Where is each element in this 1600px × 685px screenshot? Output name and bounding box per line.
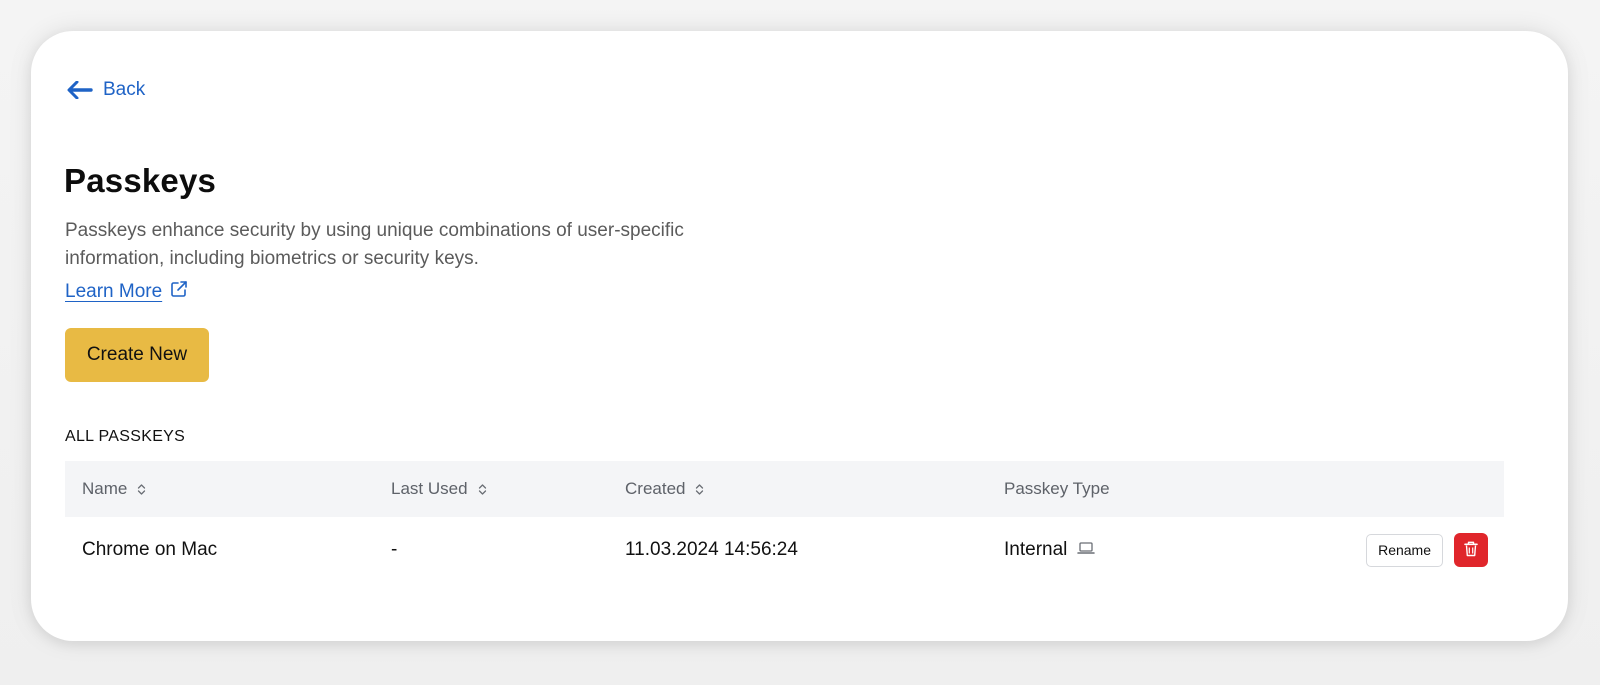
passkeys-card: Back Passkeys Passkeys enhance security … (31, 31, 1568, 641)
column-header-name[interactable]: Name (82, 461, 146, 517)
laptop-icon (1077, 539, 1096, 561)
passkeys-table: Name Last Used Created Passkey Type Chro… (65, 461, 1504, 583)
rename-button[interactable]: Rename (1366, 533, 1443, 567)
trash-icon (1464, 541, 1478, 560)
sort-icon (695, 483, 704, 496)
column-header-passkey-type: Passkey Type (1004, 461, 1110, 517)
back-label: Back (103, 79, 146, 100)
passkey-type: Internal (1004, 517, 1096, 583)
back-link[interactable]: Back (67, 79, 145, 101)
page-description: Passkeys enhance security by using uniqu… (65, 220, 684, 269)
table-header: Name Last Used Created Passkey Type (65, 461, 1504, 517)
passkey-last-used: - (391, 539, 398, 560)
delete-button[interactable] (1454, 533, 1488, 567)
column-label: Last Used (391, 479, 468, 498)
row-actions: Rename (1366, 517, 1488, 583)
column-header-created[interactable]: Created (625, 461, 704, 517)
page-background: Back Passkeys Passkeys enhance security … (0, 0, 1600, 685)
table-row: Chrome on Mac - 11.03.2024 14:56:24 Inte… (65, 517, 1504, 583)
passkey-created: 11.03.2024 14:56:24 (625, 539, 798, 560)
column-label: Created (625, 479, 686, 498)
column-header-last-used[interactable]: Last Used (391, 461, 487, 517)
sort-icon (478, 483, 487, 496)
create-new-button[interactable]: Create New (65, 328, 209, 382)
passkey-type-label: Internal (1004, 539, 1068, 560)
sort-icon (137, 483, 146, 496)
external-link-icon (170, 280, 188, 304)
section-label: ALL PASSKEYS (65, 428, 186, 445)
learn-more-link[interactable]: Learn More (65, 280, 188, 304)
column-label: Passkey Type (1004, 479, 1110, 498)
arrow-left-icon (67, 81, 93, 99)
learn-more-label: Learn More (65, 281, 163, 302)
passkey-name: Chrome on Mac (82, 539, 218, 560)
column-label: Name (82, 479, 128, 498)
page-title: Passkeys (64, 162, 217, 199)
